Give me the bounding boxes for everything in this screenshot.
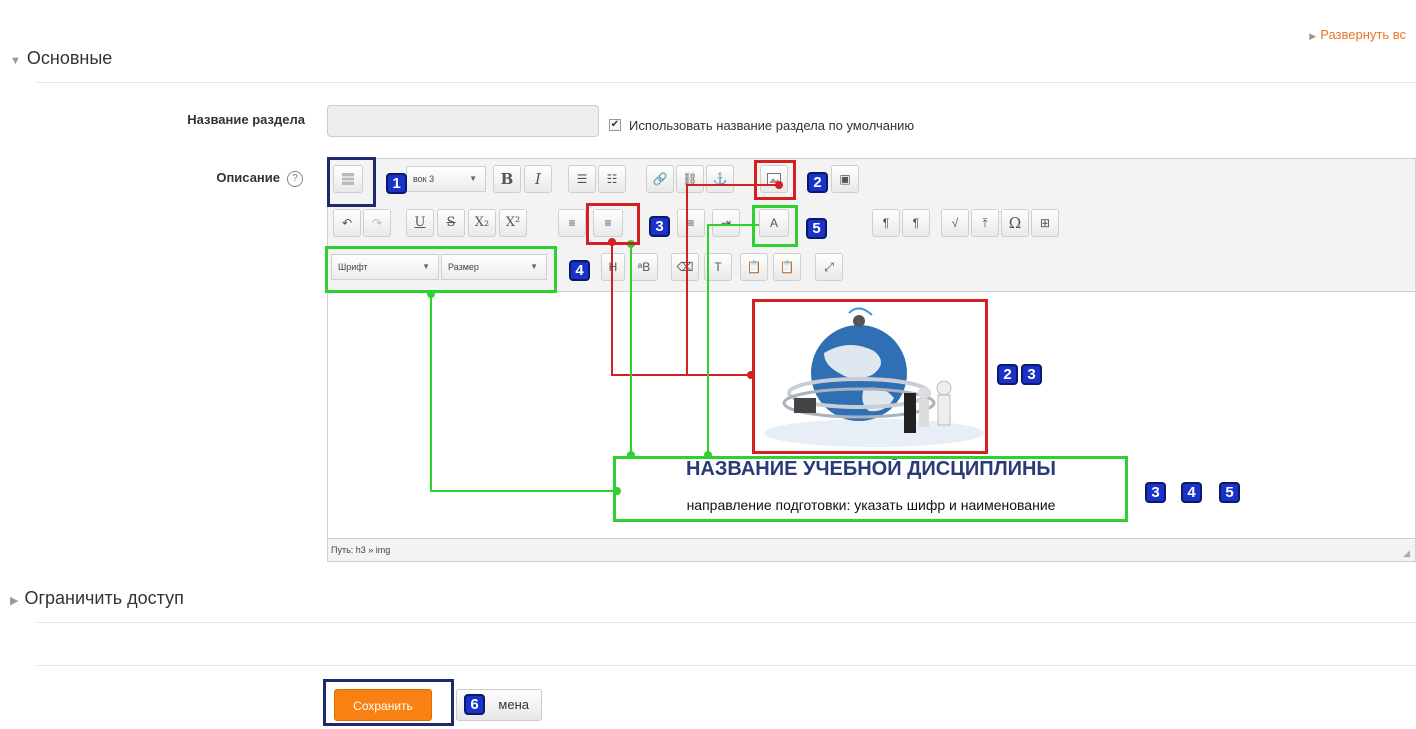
badge-3: 3 — [1021, 364, 1042, 385]
callout-box-align-center — [586, 203, 640, 245]
badge-5: 5 — [1219, 482, 1240, 503]
callout-box-save — [323, 679, 454, 726]
badge-5: 5 — [806, 218, 827, 239]
badge-6: 6 — [464, 694, 485, 715]
badge-4: 4 — [569, 260, 590, 281]
callout-box-font-selects — [325, 246, 557, 293]
badge-1: 1 — [386, 173, 407, 194]
callout-box-toolbar-toggle — [327, 157, 376, 207]
badge-2: 2 — [807, 172, 828, 193]
callout-box-heading — [613, 456, 1128, 522]
callout-box-image — [752, 299, 988, 454]
badge-3: 3 — [649, 216, 670, 237]
callout-box-font-color — [752, 205, 798, 247]
badge-3: 3 — [1145, 482, 1166, 503]
annotation-connectors — [427, 181, 783, 495]
badge-4: 4 — [1181, 482, 1202, 503]
callout-box-image-button — [754, 160, 796, 200]
badge-2: 2 — [997, 364, 1018, 385]
